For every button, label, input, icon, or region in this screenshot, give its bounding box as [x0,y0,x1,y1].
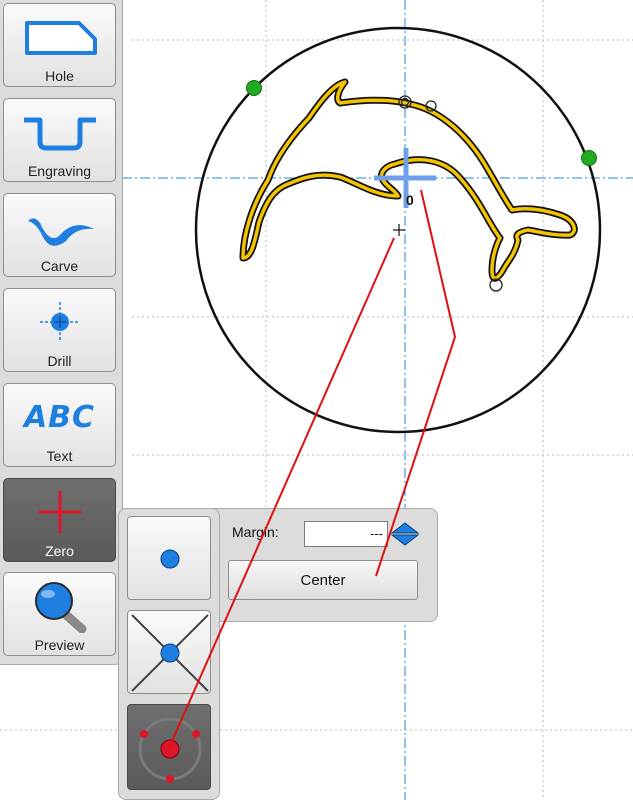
tool-palette: Hole Engraving Carve Drill ABC Text Zero [0,0,123,665]
margin-label: Margin: [232,524,279,540]
text-button[interactable]: ABC Text [3,383,116,467]
drill-label: Drill [47,353,72,369]
carve-icon [4,200,115,254]
preview-label: Preview [34,637,85,653]
center-marker [393,224,405,236]
hole-icon [4,10,115,64]
preview-icon [4,579,115,633]
margin-stepper[interactable] [390,521,420,547]
engraving-icon [4,105,115,159]
text-icon: ABC [4,390,115,444]
circle-center-icon [138,717,202,783]
hole-label: Hole [45,68,74,84]
preview-button[interactable]: Preview [3,572,116,656]
green-handle[interactable] [581,150,597,166]
engraving-button[interactable]: Engraving [3,98,116,182]
zero-icon [4,485,115,539]
origin-label: 0 [406,192,414,208]
center-button[interactable]: Center [228,560,418,600]
point-icon [160,549,180,569]
zero-label: Zero [45,543,74,559]
intersection-icon [131,614,209,692]
drill-icon [4,295,115,349]
drill-button[interactable]: Drill [3,288,116,372]
carve-button[interactable]: Carve [3,193,116,277]
zero-button[interactable]: Zero [3,478,116,562]
hole-button[interactable]: Hole [3,3,116,87]
text-icon-glyphs: ABC [23,399,96,435]
engraving-label: Engraving [27,163,92,179]
zero-point-option[interactable] [127,516,211,600]
zero-intersection-option[interactable] [127,610,211,694]
zero-circle-center-option[interactable] [127,704,211,790]
green-handle[interactable] [246,80,262,96]
carve-label: Carve [40,258,79,274]
margin-input[interactable]: --- [304,521,388,547]
text-label: Text [46,448,73,464]
